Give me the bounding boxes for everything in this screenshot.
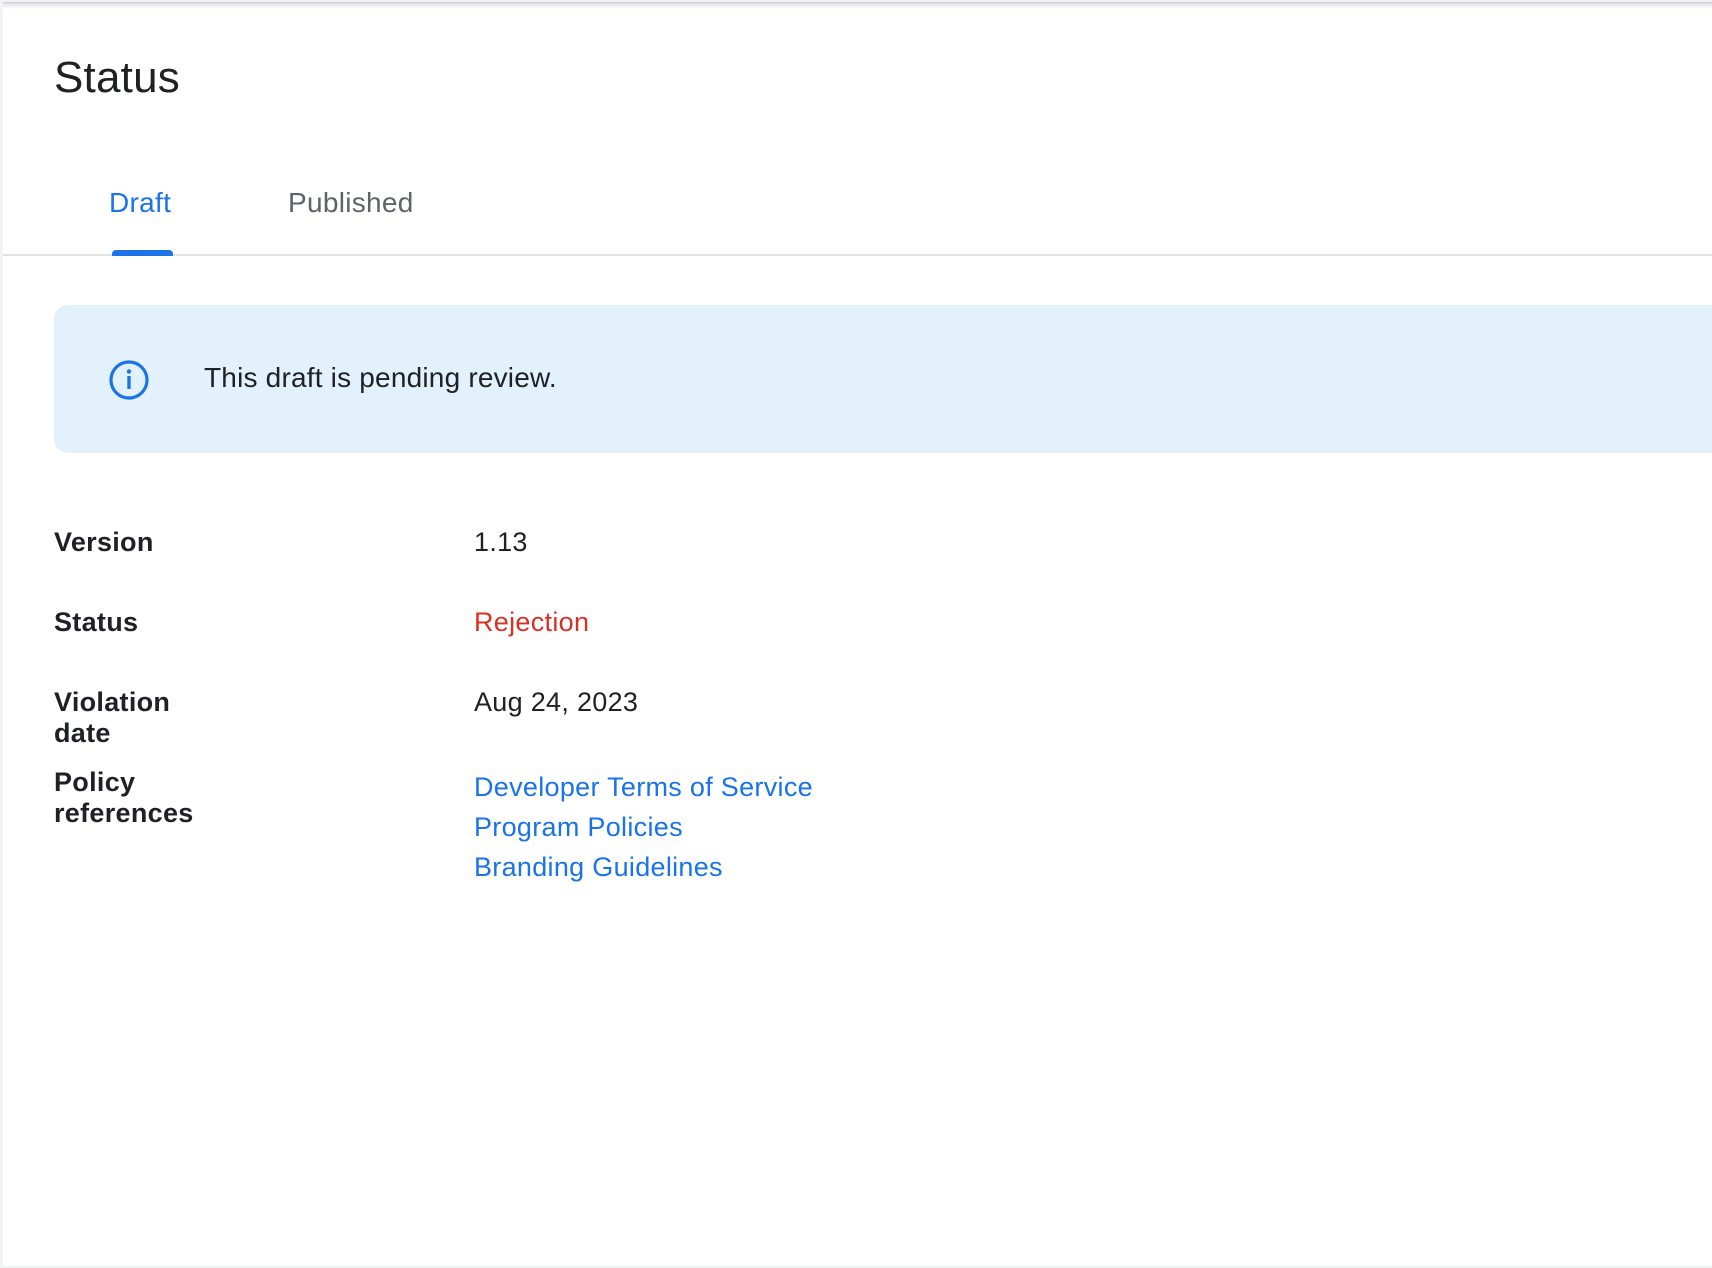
status-label: Status — [54, 607, 139, 637]
link-branding-guidelines[interactable]: Branding Guidelines — [474, 847, 813, 887]
policy-references-label: Policy references — [54, 767, 194, 828]
version-value: 1.13 — [474, 527, 528, 557]
tab-bar: Draft Published — [3, 173, 1712, 256]
version-label: Version — [54, 527, 154, 557]
tab-published[interactable]: Published — [288, 187, 414, 219]
banner-message: This draft is pending review. — [204, 362, 557, 393]
link-developer-terms[interactable]: Developer Terms of Service — [474, 767, 813, 807]
status-panel: Status Draft Published This draft is pen… — [3, 2, 1712, 1266]
active-tab-indicator — [112, 250, 173, 256]
status-value: Rejection — [474, 607, 590, 637]
top-shadow — [3, 3, 1712, 9]
policy-links: Developer Terms of Service Program Polic… — [474, 767, 813, 887]
page-title: Status — [54, 53, 180, 102]
info-icon — [108, 359, 150, 401]
violation-date-label: Violation date — [54, 687, 171, 748]
violation-date-value: Aug 24, 2023 — [474, 687, 639, 717]
link-program-policies[interactable]: Program Policies — [474, 807, 813, 847]
tab-draft[interactable]: Draft — [109, 187, 171, 219]
info-banner: This draft is pending review. — [54, 305, 1712, 453]
